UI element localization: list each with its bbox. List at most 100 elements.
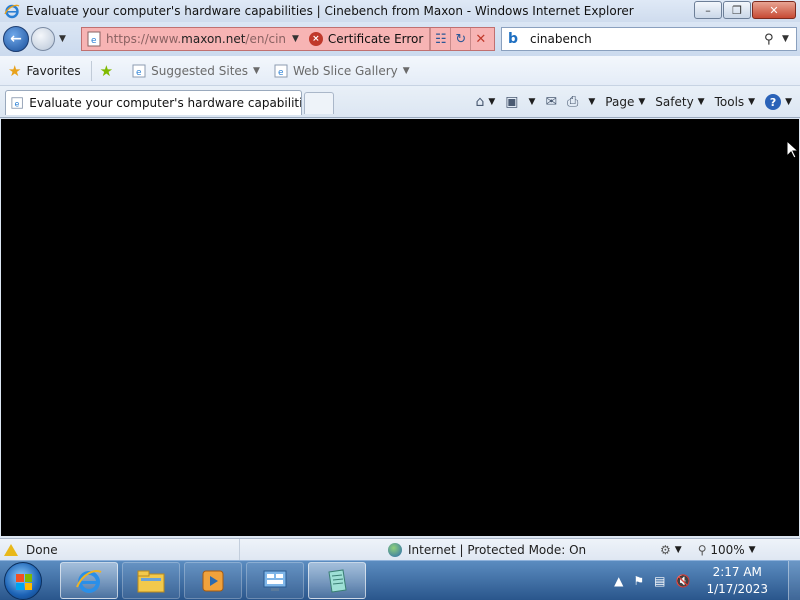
search-input[interactable]: cinabench [530, 32, 764, 46]
zoom-dropdown[interactable]: ▼ [749, 545, 756, 555]
safety-menu[interactable]: Safety ▼ [655, 95, 704, 109]
stop-icon: ✕ [475, 31, 487, 47]
taskbar-media-player[interactable] [184, 562, 242, 599]
tab-row: e Evaluate your computer's hardware capa… [0, 86, 800, 118]
feeds-button[interactable]: ▣ ▼ [505, 94, 535, 110]
show-hidden-icons-button[interactable]: ▲ [614, 574, 623, 588]
start-button[interactable] [4, 562, 42, 600]
new-tab-button[interactable] [304, 92, 334, 114]
url-text[interactable]: https://www.maxon.net/en/cineb [106, 32, 286, 46]
minimize-icon: – [705, 3, 711, 17]
chevron-down-icon[interactable]: ▼ [675, 545, 682, 555]
volume-muted-icon[interactable]: 🔇 [676, 574, 691, 588]
chevron-down-icon: ▼ [638, 97, 646, 107]
refresh-button[interactable]: ↻ [450, 28, 470, 50]
taskbar-notepad[interactable] [308, 562, 366, 599]
home-icon: ⌂ [475, 94, 485, 110]
taskbar-file-explorer[interactable] [122, 562, 180, 599]
system-tray: ▲ ⚑ ▤ 🔇 2:17 AM 1/17/2023 [614, 561, 800, 600]
page-menu-label: Page [605, 95, 635, 109]
bing-icon: b [508, 31, 519, 47]
home-button[interactable]: ⌂ ▼ [475, 94, 495, 110]
command-bar: ⌂ ▼ ▣ ▼ ✉ ⎙ ▼ Page ▼ Safety ▼ Tools ▼ ? ▼ [465, 92, 792, 112]
rss-feed-icon: ▣ [505, 94, 519, 110]
chevron-down-icon: ▼ [528, 97, 536, 107]
chevron-down-icon: ▼ [588, 97, 596, 107]
certificate-error-icon: × [308, 32, 323, 46]
url-prefix: https://www. [106, 32, 182, 46]
network-icon[interactable]: ▤ [654, 574, 665, 588]
status-text: Done [26, 542, 58, 557]
navigation-bar: ← ▼ e https://www.maxon.net/en/cineb ▼ ×… [0, 22, 800, 56]
tab-label: Evaluate your computer's hardware capabi… [29, 96, 301, 110]
zone-text: Internet | Protected Mode: On [408, 542, 587, 557]
internet-explorer-icon [4, 4, 20, 19]
accelerator-icon[interactable]: ⚙ [660, 543, 671, 557]
refresh-icon: ↻ [455, 31, 467, 47]
recent-pages-dropdown[interactable]: ▼ [59, 34, 66, 44]
svg-text:e: e [136, 68, 142, 78]
favorites-bar: ★ Favorites ★ e Suggested Sites ▼ e Web … [0, 56, 800, 86]
address-bar[interactable]: e https://www.maxon.net/en/cineb ▼ × Cer… [81, 27, 495, 51]
web-slice-gallery-link[interactable]: e Web Slice Gallery ▼ [274, 64, 410, 78]
show-desktop-button[interactable] [788, 561, 800, 600]
chevron-down-icon: ▼ [402, 65, 410, 76]
page-menu[interactable]: Page ▼ [605, 95, 645, 109]
ie-page-icon: e [132, 64, 146, 78]
search-options-dropdown[interactable]: ▼ [782, 34, 796, 44]
safety-menu-label: Safety [655, 95, 694, 109]
read-mail-button[interactable]: ✉ [545, 94, 557, 110]
control-panel-icon [263, 570, 287, 591]
printer-icon: ⎙ [567, 94, 579, 110]
chevron-down-icon: ▼ [253, 65, 260, 76]
svg-text:e: e [15, 100, 20, 109]
tools-menu[interactable]: Tools ▼ [715, 95, 755, 109]
web-slice-gallery-label: Web Slice Gallery [292, 63, 398, 78]
taskbar-internet-explorer[interactable] [60, 562, 118, 599]
zoom-button[interactable]: ⚲ 100% [698, 543, 745, 557]
back-button[interactable]: ← [3, 26, 29, 52]
taskbar-control-panel[interactable] [246, 562, 304, 599]
ie-page-icon: e [274, 64, 288, 78]
window-title: Evaluate your computer's hardware capabi… [26, 4, 634, 18]
print-button[interactable]: ⎙ ▼ [567, 94, 595, 110]
minimize-button[interactable]: – [694, 1, 722, 19]
page-content[interactable] [1, 119, 799, 536]
media-player-icon [202, 570, 224, 591]
chevron-down-icon: ▼ [488, 97, 496, 107]
status-bar: Done Internet | Protected Mode: On ⚙ ▼ ⚲… [0, 538, 800, 560]
clock-date: 1/17/2023 [706, 582, 768, 596]
certificate-error-button[interactable]: × Certificate Error [308, 28, 431, 50]
favorites-button[interactable]: ★ Favorites [8, 62, 81, 80]
maximize-button[interactable]: ❐ [723, 1, 751, 19]
action-center-flag-icon[interactable]: ⚑ [633, 574, 644, 588]
mail-icon: ✉ [545, 94, 558, 110]
suggested-sites-link[interactable]: e Suggested Sites ▼ [132, 64, 260, 78]
add-to-favorites-bar-button[interactable]: ★ [100, 62, 118, 80]
close-icon: ✕ [769, 3, 779, 17]
title-bar: Evaluate your computer's hardware capabi… [0, 0, 800, 22]
zoom-level: 100% [710, 542, 745, 557]
search-box[interactable]: b cinabench ⚲ ▼ [501, 27, 797, 51]
compatibility-view-button[interactable]: ☷ [430, 28, 450, 50]
windows-logo-icon [16, 574, 32, 590]
ie-page-icon: e [11, 97, 23, 109]
chevron-down-icon: ▼ [748, 97, 756, 107]
close-button[interactable]: ✕ [752, 1, 796, 19]
tab-active[interactable]: e Evaluate your computer's hardware capa… [5, 90, 302, 115]
clock-time: 2:17 AM [712, 565, 762, 579]
mouse-cursor-icon [786, 140, 798, 159]
compatibility-view-icon: ☷ [435, 31, 447, 47]
address-dropdown[interactable]: ▼ [292, 34, 299, 44]
url-host: maxon.net [181, 32, 246, 46]
security-zone[interactable]: Internet | Protected Mode: On [388, 539, 586, 560]
notepad-icon [328, 568, 347, 593]
favorites-star-icon: ★ [8, 61, 22, 80]
forward-button[interactable] [31, 27, 55, 51]
chevron-down-icon: ▼ [697, 97, 705, 107]
search-icon[interactable]: ⚲ [764, 32, 782, 47]
clock[interactable]: 2:17 AM 1/17/2023 [706, 564, 768, 598]
help-menu[interactable]: ? ▼ [765, 94, 792, 110]
stop-button[interactable]: ✕ [470, 28, 490, 50]
divider [90, 60, 92, 81]
